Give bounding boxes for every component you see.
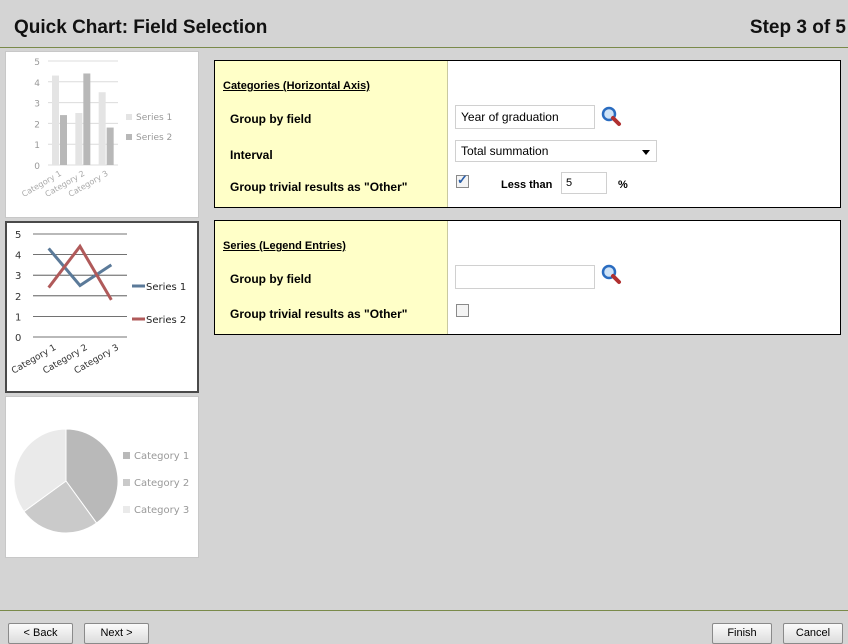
less-than-percent-input[interactable]: 5 [561, 172, 607, 194]
y-tick-label: 1 [34, 141, 40, 151]
checkmark-icon: ✓ [457, 172, 468, 187]
chart-type-bar-thumbnail[interactable]: 5 4 3 2 1 0 Category 1 Category 2 Category 3 Seri… [5, 51, 199, 218]
chart-type-line-thumbnail[interactable]: 5 4 3 2 1 0 Category 1 Category 2 Category 3 Seri… [5, 221, 199, 393]
bar-chart-preview: 543210Category 1Category 2Category 3Seri… [20, 58, 172, 199]
legend-label: Category 3 [134, 505, 189, 516]
bar-series1 [75, 113, 83, 165]
series-heading: Series (Legend Entries) [223, 240, 346, 252]
header: Quick Chart: Field Selection Step 3 of 5 [0, 0, 848, 48]
chevron-down-icon [642, 150, 650, 155]
category-group-by-label: Group by field [230, 112, 312, 126]
back-button[interactable]: < Back [8, 623, 73, 644]
category-lookup-search-icon[interactable] [600, 105, 622, 127]
category-trivial-checkbox[interactable]: ✓ [456, 172, 469, 188]
legend-label: Series 2 [146, 315, 186, 326]
y-tick-label: 3 [15, 271, 21, 282]
less-than-label: Less than [501, 179, 553, 191]
y-tick-label: 2 [34, 120, 40, 130]
y-tick-label: 1 [15, 312, 21, 323]
category-group-by-field[interactable]: Year of graduation [455, 105, 595, 129]
bar-series2 [106, 127, 114, 165]
legend-label: Category 2 [134, 478, 189, 489]
line-series1 [47, 247, 113, 288]
y-tick-label: 5 [15, 230, 21, 241]
bar-series2 [60, 115, 67, 165]
y-tick-label: 2 [15, 292, 21, 303]
y-tick-label: 0 [34, 162, 40, 172]
bar-series1 [52, 75, 59, 165]
series-trivial-label: Group trivial results as "Other" [230, 307, 408, 321]
y-tick-label: 3 [34, 100, 40, 110]
categories-heading: Categories (Horizontal Axis) [223, 80, 370, 92]
legend-swatch [123, 452, 130, 459]
footer-bar: < Back Next > Finish Cancel [0, 610, 848, 644]
cancel-button[interactable]: Cancel [783, 623, 843, 644]
chart-type-pie-thumbnail[interactable]: Category 1 Category 2 Category 3 [5, 396, 199, 558]
legend-label: Series 2 [136, 133, 172, 143]
interval-select-value: Total summation [461, 144, 549, 158]
y-tick-label: 0 [15, 333, 21, 344]
interval-label: Interval [230, 148, 273, 162]
legend-label: Category 1 [134, 451, 189, 462]
step-indicator: Step 3 of 5 [749, 17, 846, 38]
categories-panel: Categories (Horizontal Axis) Group by fi… [214, 60, 841, 208]
y-tick-label: 5 [34, 58, 40, 68]
pie-chart-preview: Category 1 Category 2 Category 3 [13, 428, 189, 534]
category-trivial-label: Group trivial results as "Other" [230, 180, 408, 194]
series-trivial-checkbox[interactable] [456, 304, 469, 317]
interval-select[interactable]: Total summation [455, 140, 657, 162]
series-panel: Series (Legend Entries) Group by field G… [214, 220, 841, 335]
legend-swatch [123, 506, 130, 513]
page-title: Quick Chart: Field Selection [14, 17, 268, 38]
legend-swatch [126, 134, 132, 140]
series-lookup-search-icon[interactable] [600, 263, 622, 285]
legend-swatch [123, 479, 130, 486]
y-tick-label: 4 [15, 251, 21, 262]
line-chart-preview: 543210Category 1Category 2Category 3Seri… [10, 230, 186, 376]
finish-button[interactable]: Finish [712, 623, 772, 644]
legend-label: Series 1 [146, 282, 186, 293]
series-group-by-label: Group by field [230, 272, 312, 286]
bar-series2 [83, 73, 91, 165]
series-group-by-field[interactable] [455, 265, 595, 289]
legend-label: Series 1 [136, 113, 172, 123]
next-button[interactable]: Next > [84, 623, 149, 644]
legend-swatch [126, 114, 132, 120]
y-tick-label: 4 [34, 79, 40, 89]
percent-sign: % [618, 179, 628, 191]
bar-series1 [98, 92, 106, 165]
